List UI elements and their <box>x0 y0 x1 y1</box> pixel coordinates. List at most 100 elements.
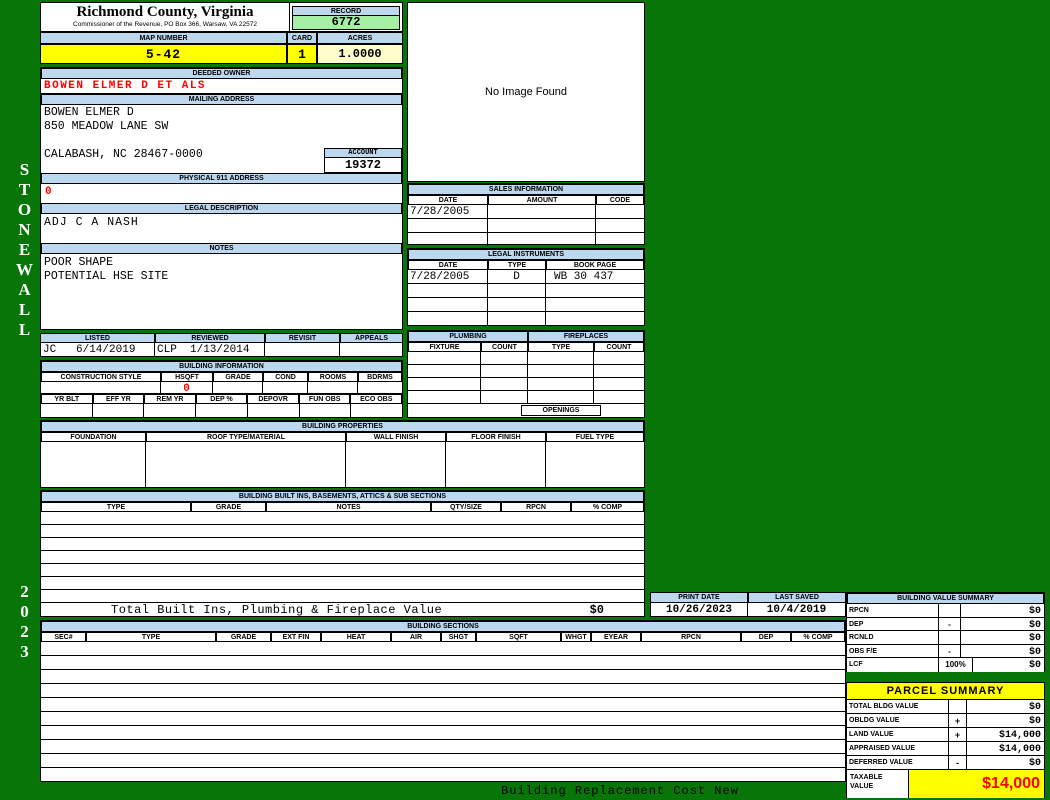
fireplaces-title: FIREPLACES <box>528 331 644 342</box>
col-floor-finish: FLOOR FINISH <box>446 432 546 442</box>
built-ins-panel: BUILDING BUILT INS, BASEMENTS, ATTICS & … <box>40 490 645 617</box>
building-info-values-row-2 <box>41 404 402 417</box>
building-info-values-row: 0 <box>41 382 402 394</box>
legal-col-date: DATE <box>408 260 488 270</box>
legal-row <box>408 298 644 312</box>
plumbing-col-fixture: FIXTURE <box>408 342 481 352</box>
col-bdrms: BDRMS <box>358 372 402 382</box>
legal-instruments-title: LEGAL INSTRUMENTS <box>408 249 644 260</box>
empty-row <box>41 564 644 577</box>
built-ins-col-rpcn: RPCN <box>501 502 571 512</box>
rooms-value <box>308 382 358 393</box>
notes-line-1: POOR SHAPE <box>44 256 114 269</box>
bvs-row-obs: OBS F/E - $0 <box>847 644 1044 659</box>
bvs-value: $0 <box>1028 646 1041 658</box>
fuel-type-value <box>546 442 644 487</box>
revisit-label: REVISIT <box>265 333 340 343</box>
built-ins-col-comp: % COMP <box>571 502 644 512</box>
parcel-op: + <box>949 714 967 727</box>
empty-row <box>41 642 845 656</box>
plumbing-row <box>408 378 644 391</box>
account-label: ACCOUNT <box>324 148 402 158</box>
empty-row <box>41 726 845 740</box>
parcel-summary-title: PARCEL SUMMARY <box>847 683 1044 700</box>
empty-row <box>41 538 644 551</box>
bvs-op: - <box>939 644 961 658</box>
parcel-label: OBLDG VALUE <box>847 714 949 727</box>
card-label: CARD <box>287 32 317 44</box>
property-image-placeholder: No Image Found <box>407 2 645 182</box>
building-properties-title: BUILDING PROPERTIES <box>41 421 644 432</box>
bvs-row-rpcn: RPCN $0 <box>847 604 1044 618</box>
print-info-panel: PRINT DATE LAST SAVED 10/26/2023 10/4/20… <box>650 592 846 617</box>
built-ins-col-notes: NOTES <box>266 502 431 512</box>
record-box: RECORD 6772 <box>289 2 403 32</box>
sales-row <box>408 233 644 246</box>
built-ins-total-label: Total Built Ins, Plumbing & Fireplace Va… <box>111 603 443 617</box>
sales-col-amount: AMOUNT <box>488 195 596 205</box>
sec-col: % COMP <box>791 632 845 642</box>
bvs-value: $0 <box>1028 660 1041 672</box>
fireplaces-col-type: TYPE <box>528 342 594 352</box>
sales-information-panel: SALES INFORMATION DATE AMOUNT CODE 7/28/… <box>407 183 645 246</box>
bvs-label: DEP <box>847 617 939 631</box>
col-eff-yr: EFF YR <box>92 394 145 404</box>
parcel-row-total-bldg: TOTAL BLDG VALUE $0 <box>847 700 1044 714</box>
appeals-label: APPEALS <box>340 333 403 343</box>
built-ins-col-grade: GRADE <box>191 502 266 512</box>
bvs-row-rcnld: RCNLD $0 <box>847 631 1044 645</box>
built-ins-col-type: TYPE <box>41 502 191 512</box>
review-panel: LISTED REVIEWED REVISIT APPEALS JC 6/14/… <box>40 333 403 357</box>
acres-value: 1.0000 <box>317 44 403 64</box>
bvs-op: 100% <box>939 658 973 672</box>
sales-row: 7/28/2005 <box>408 205 644 219</box>
parcel-row-deferred: DEFERRED VALUE - $0 <box>847 756 1044 770</box>
wall-finish-value <box>346 442 446 487</box>
sales-row1-date: 7/28/2005 <box>408 205 488 218</box>
col-roof-type-material: ROOF TYPE/MATERIAL <box>146 432 346 442</box>
card-value: 1 <box>287 44 317 64</box>
building-value-summary-title: BUILDING VALUE SUMMARY <box>847 593 1044 604</box>
parcel-value: $0 <box>1028 702 1041 713</box>
reviewed-value: CLP 1/13/2014 <box>155 343 265 356</box>
empty-row <box>41 656 845 670</box>
empty-row <box>41 684 845 698</box>
tax-year-vertical: 2023 <box>15 582 34 662</box>
hsqft-value: 0 <box>161 382 213 393</box>
mailing-address-label: MAILING ADDRESS <box>41 94 402 105</box>
col-yr-blt: YR BLT <box>41 394 93 404</box>
col-fun-obs: FUN OBS <box>298 394 351 404</box>
parcel-op <box>949 742 967 755</box>
parcel-row-obldg: OBLDG VALUE + $0 <box>847 714 1044 728</box>
sec-col: EXT FIN <box>271 632 321 642</box>
legal-row1-date: 7/28/2005 <box>408 270 488 283</box>
plumbing-row <box>408 352 644 365</box>
sec-col: SHGT <box>441 632 476 642</box>
legal-row1-bookpage: WB 30 437 <box>554 271 614 283</box>
physical-911-address-value: 0 <box>45 186 52 198</box>
sales-information-title: SALES INFORMATION <box>408 184 644 195</box>
last-saved-label: LAST SAVED <box>748 592 846 603</box>
parcel-op <box>949 700 967 713</box>
sales-col-code: CODE <box>596 195 644 205</box>
notes-block: POOR SHAPE POTENTIAL HSE SITE <box>41 254 402 286</box>
bvs-op: - <box>939 617 961 631</box>
legal-col-bookpage: BOOK PAGE <box>546 260 644 270</box>
building-properties-panel: BUILDING PROPERTIES FOUNDATION ROOF TYPE… <box>40 420 645 488</box>
bvs-label: RPCN <box>847 604 939 617</box>
map-number-value: 5-42 <box>40 44 287 64</box>
bvs-label: LCF <box>847 658 939 672</box>
mailing-line-1: BOWEN ELMER D <box>44 106 134 119</box>
taxable-value: $14,000 <box>909 770 1044 798</box>
empty-row <box>41 698 845 712</box>
col-rooms: ROOMS <box>308 372 358 382</box>
roof-type-material-value <box>146 442 346 487</box>
parcel-label: APPRAISED VALUE <box>847 742 949 755</box>
sec-col: GRADE <box>216 632 271 642</box>
empty-row <box>41 512 644 525</box>
col-eco-obs: ECO OBS <box>350 394 403 404</box>
map-number-label: MAP NUMBER <box>40 32 287 44</box>
col-construction-style: CONSTRUCTION STYLE <box>41 372 161 382</box>
sales-col-date: DATE <box>408 195 488 205</box>
county-title-box: Richmond County, Virginia Commissioner o… <box>40 2 290 32</box>
